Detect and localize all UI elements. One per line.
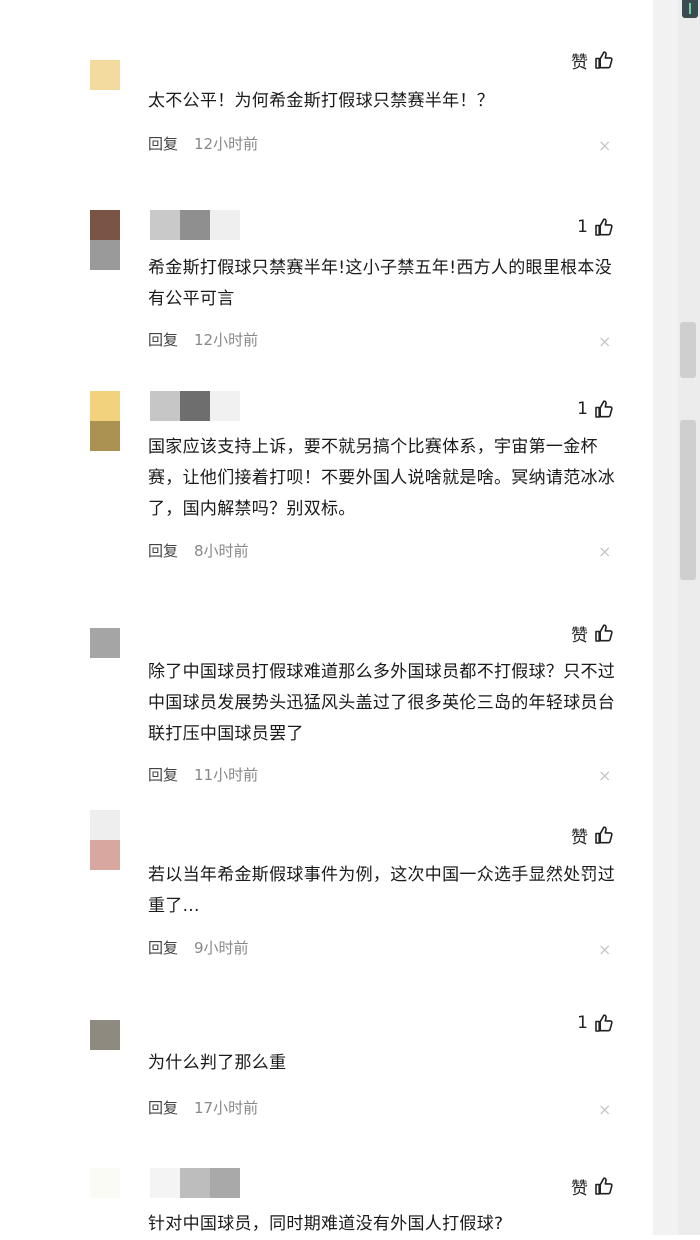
- avatar[interactable]: [90, 810, 120, 870]
- reply-button[interactable]: 回复: [148, 764, 178, 785]
- thumbs-up-icon: [594, 623, 614, 643]
- username-blurred[interactable]: [150, 210, 240, 240]
- username-block: [150, 1168, 180, 1198]
- timestamp: 9小时前: [194, 939, 249, 957]
- close-icon[interactable]: ×: [598, 1100, 611, 1119]
- comment-text: 希金斯打假球只禁赛半年!这小子禁五年!西方人的眼里根本没有公平可言: [148, 258, 613, 309]
- reply-button[interactable]: 回复: [148, 540, 178, 561]
- like-count: 1: [577, 1013, 588, 1033]
- left-gutter: [0, 0, 78, 1235]
- username-block: [180, 391, 210, 421]
- avatar-block: [90, 1020, 120, 1050]
- username-block: [150, 210, 180, 240]
- comment-meta: 回复 9小时前: [148, 937, 249, 958]
- avatar-block: [90, 60, 120, 90]
- thumbs-up-icon: [594, 399, 614, 419]
- comment-text: 国家应该支持上诉，要不就另搞个比赛体系，宇宙第一金杯赛，让他们接着打呗！不要外国…: [148, 437, 616, 519]
- comment-text: 太不公平！为何希金斯打假球只禁赛半年！？: [148, 91, 494, 111]
- close-icon[interactable]: ×: [598, 542, 611, 561]
- avatar[interactable]: [90, 1168, 120, 1198]
- comment-meta: 回复 12小时前: [148, 133, 258, 154]
- avatar[interactable]: [90, 210, 120, 270]
- thumbs-up-icon: [594, 50, 614, 70]
- like-count: 赞: [571, 52, 588, 73]
- timestamp: 12小时前: [194, 135, 259, 153]
- comment-meta: 回复 17小时前: [148, 1097, 258, 1118]
- scrollbar-track[interactable]: [678, 0, 700, 1235]
- thumbs-up-icon: [594, 825, 614, 845]
- reply-button[interactable]: 回复: [148, 329, 178, 350]
- like-count: 赞: [571, 625, 588, 646]
- avatar[interactable]: [90, 391, 120, 451]
- avatar-block: [90, 240, 120, 270]
- thumbs-up-icon: [594, 1176, 614, 1196]
- like-count: 1: [577, 217, 588, 237]
- username-block: [210, 210, 240, 240]
- like-button[interactable]: 赞: [571, 47, 614, 73]
- username-block: [180, 1168, 210, 1198]
- reply-button[interactable]: 回复: [148, 1097, 178, 1118]
- reply-button[interactable]: 回复: [148, 937, 178, 958]
- like-count: 赞: [571, 1178, 588, 1199]
- like-button[interactable]: 赞: [571, 620, 614, 646]
- like-button[interactable]: 1: [577, 1010, 614, 1036]
- avatar-block: [90, 391, 120, 421]
- like-button[interactable]: 1: [577, 396, 614, 422]
- avatar-block: [90, 628, 120, 658]
- avatar-block: [90, 1168, 120, 1198]
- comment-meta: 回复 8小时前: [148, 540, 249, 561]
- reply-button[interactable]: 回复: [148, 133, 178, 154]
- avatar[interactable]: [90, 60, 120, 90]
- close-icon[interactable]: ×: [598, 332, 611, 351]
- username-block: [210, 1168, 240, 1198]
- close-icon[interactable]: ×: [598, 136, 611, 155]
- comment-text: 若以当年希金斯假球事件为例，这次中国一众选手显然处罚过重了...: [148, 865, 616, 916]
- username-block: [150, 391, 180, 421]
- avatar-block: [90, 840, 120, 870]
- avatar-block: [90, 421, 120, 451]
- like-button[interactable]: 赞: [571, 822, 614, 848]
- timestamp: 17小时前: [194, 1099, 259, 1117]
- username-block: [210, 391, 240, 421]
- comment-text: 为什么判了那么重: [148, 1053, 287, 1073]
- like-button[interactable]: 1: [577, 214, 614, 240]
- comment-meta: 回复 12小时前: [148, 329, 258, 350]
- like-button[interactable]: 赞: [571, 1173, 614, 1199]
- username-blurred[interactable]: [150, 391, 240, 421]
- avatar-block: [90, 210, 120, 240]
- avatar[interactable]: [90, 628, 120, 658]
- username-blurred[interactable]: [150, 1168, 240, 1198]
- avatar-block: [90, 810, 120, 840]
- scrollbar-thumb-lower[interactable]: [680, 420, 696, 580]
- close-icon[interactable]: ×: [598, 766, 611, 785]
- like-count: 1: [577, 399, 588, 419]
- close-icon[interactable]: ×: [598, 940, 611, 959]
- corner-tab-icon[interactable]: [682, 0, 698, 18]
- comment-meta: 回复 11小时前: [148, 764, 258, 785]
- username-block: [180, 210, 210, 240]
- scrollbar-thumb[interactable]: [680, 322, 696, 378]
- timestamp: 11小时前: [194, 766, 259, 784]
- thumbs-up-icon: [594, 1013, 614, 1033]
- comment-text: 针对中国球员，同时期难道没有外国人打假球?: [148, 1214, 504, 1234]
- timestamp: 8小时前: [194, 542, 249, 560]
- thumbs-up-icon: [594, 217, 614, 237]
- like-count: 赞: [571, 827, 588, 848]
- timestamp: 12小时前: [194, 331, 259, 349]
- avatar[interactable]: [90, 1020, 120, 1050]
- comment-text: 除了中国球员打假球难道那么多外国球员都不打假球？只不过中国球员发展势头迅猛风头盖…: [148, 662, 616, 744]
